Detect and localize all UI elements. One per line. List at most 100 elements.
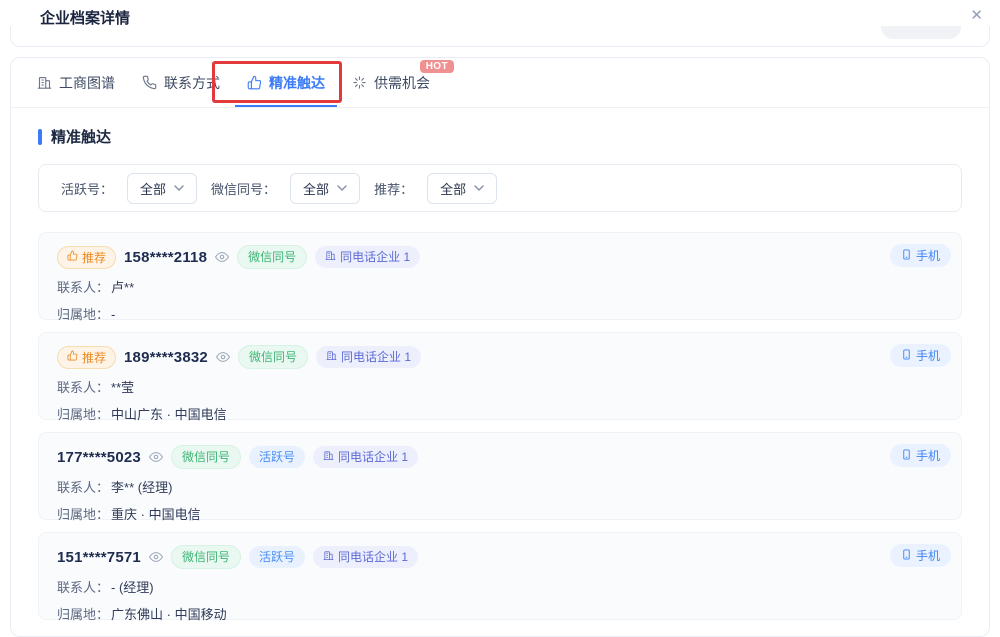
tag-label: 微信同号 [182,448,230,466]
recommend-badge: 推荐 [57,346,116,369]
contact-main-row: 177****5023微信同号活跃号同电话企业 1 [57,445,943,469]
contact-person-row: 联系人：李** (经理) [57,477,943,496]
mobile-phone-button[interactable]: 手机 [890,244,951,267]
mobile-icon [901,449,912,463]
mobile-phone-button-label: 手机 [916,347,940,364]
truncated-button[interactable] [881,26,961,39]
phone-number: 151****7571 [57,549,141,566]
contact-person-label: 联系人： [57,480,109,495]
contact-person-value: - (经理) [111,580,154,595]
location-label: 归属地： [57,507,109,522]
contact-person-row: 联系人：**莹 [57,377,943,396]
filter-wechat-same-select[interactable]: 全部 [290,173,360,204]
location-row: 归属地：- [57,304,943,323]
filter-selected-value: 全部 [140,179,166,198]
tab-bar: 工商图谱 联系方式 精准触达 供需机会HOT [11,58,989,108]
location-row: 归属地：广东佛山 · 中国移动 [57,604,943,623]
tag-same-phone-company: 同电话企业 1 [316,346,421,368]
building-icon [325,248,336,266]
contact-person-label: 联系人： [57,380,109,395]
detail-panel: 工商图谱联系方式精准触达供需机会HOT 精准触达 活跃号：全部微信同号：全部推荐… [10,57,990,637]
location-value: - [111,307,115,322]
close-icon[interactable]: ✕ [967,5,986,26]
mobile-phone-button[interactable]: 手机 [890,544,951,567]
tag-same-phone-company: 同电话企业 1 [315,246,420,268]
mobile-phone-button[interactable]: 手机 [890,444,951,467]
tag-label: 活跃号 [259,448,295,466]
thumb-up-icon [67,350,78,364]
contact-person-value: 李** (经理) [111,480,172,495]
previous-card-remnant [10,26,990,47]
chevron-down-icon [174,185,184,191]
tag-same-phone-company: 同电话企业 1 [313,546,418,568]
tab-contact-info[interactable]: 联系方式 [142,58,220,107]
tag-label: 微信同号 [248,248,296,266]
thumb-up-icon [247,75,262,90]
tag-label: 同电话企业 1 [338,548,408,566]
filter-recommend-select[interactable]: 全部 [427,173,497,204]
tag-label: 微信同号 [249,348,297,366]
location-value: 广东佛山 · 中国移动 [111,607,227,622]
tag-label: 同电话企业 1 [338,448,408,466]
tab-content: 精准触达 活跃号：全部微信同号：全部推荐：全部 推荐158****2118微信同… [11,126,989,620]
contact-card: 推荐158****2118微信同号同电话企业 1联系人：卢**归属地：-手机 [38,232,962,320]
eye-icon[interactable] [149,450,163,464]
location-label: 归属地： [57,307,109,322]
contact-person-label: 联系人： [57,580,109,595]
recommend-badge: 推荐 [57,246,116,269]
tag-wechat-same: 微信同号 [238,345,308,369]
mobile-icon [901,349,912,363]
tag-label: 微信同号 [182,548,230,566]
mobile-icon [901,549,912,563]
contact-person-value: 卢** [111,280,134,295]
section-accent-bar [38,129,42,145]
eye-icon[interactable] [215,250,229,264]
hot-badge: HOT [420,60,454,73]
section-title: 精准触达 [51,126,111,147]
contact-card: 推荐189****3832微信同号同电话企业 1联系人：**莹归属地：中山广东 … [38,332,962,420]
contact-person-value: **莹 [111,380,134,395]
contact-main-row: 推荐189****3832微信同号同电话企业 1 [57,345,943,369]
tab-business-graph[interactable]: 工商图谱 [37,58,115,107]
location-row: 归属地：中山广东 · 中国电信 [57,404,943,423]
mobile-phone-button-label: 手机 [916,547,940,564]
thumb-up-icon [67,250,78,264]
filter-selected-value: 全部 [440,179,466,198]
location-value: 中山广东 · 中国电信 [111,407,227,422]
tab-label: 供需机会 [374,73,430,93]
building-icon [323,548,334,566]
building-icon [37,75,52,90]
eye-icon[interactable] [216,350,230,364]
tag-wechat-same: 微信同号 [171,545,241,569]
contact-card: 177****5023微信同号活跃号同电话企业 1联系人：李** (经理)归属地… [38,432,962,520]
tag-label: 同电话企业 1 [341,348,411,366]
location-value: 重庆 · 中国电信 [111,507,201,522]
filter-selected-value: 全部 [303,179,329,198]
sparkle-icon [352,75,367,90]
recommend-badge-label: 推荐 [82,349,106,366]
filter-active-number-select[interactable]: 全部 [127,173,197,204]
chevron-down-icon [337,185,347,191]
tab-label: 精准触达 [269,73,325,93]
recommend-badge-label: 推荐 [82,249,106,266]
section-header: 精准触达 [38,126,962,147]
filter-bar: 活跃号：全部微信同号：全部推荐：全部 [38,164,962,212]
building-icon [323,448,334,466]
tag-active-number: 活跃号 [249,546,305,568]
tab-supply-demand[interactable]: 供需机会HOT [352,58,430,107]
mobile-phone-button[interactable]: 手机 [890,344,951,367]
tag-label: 活跃号 [259,548,295,566]
contact-card: 151****7571 微信同号 活跃号 同电话企业 1 联系人：- (经理) 归属地：广… [38,532,962,620]
contact-list: 推荐158****2118微信同号同电话企业 1联系人：卢**归属地：-手机推荐… [38,232,962,620]
eye-icon[interactable] [149,550,163,564]
phone-icon [142,75,157,90]
phone-number: 158****2118 [124,249,207,266]
filter-label-active-number: 活跃号： [61,179,113,198]
location-row: 归属地：重庆 · 中国电信 [57,504,943,523]
tab-label: 联系方式 [164,73,220,93]
tag-wechat-same: 微信同号 [237,245,307,269]
tab-precise-reach[interactable]: 精准触达 [247,58,325,107]
contact-person-row: 联系人：- (经理) [57,577,943,596]
contact-main-row: 151****7571 微信同号 活跃号 同电话企业 1 [57,545,943,569]
contact-person-label: 联系人： [57,280,109,295]
